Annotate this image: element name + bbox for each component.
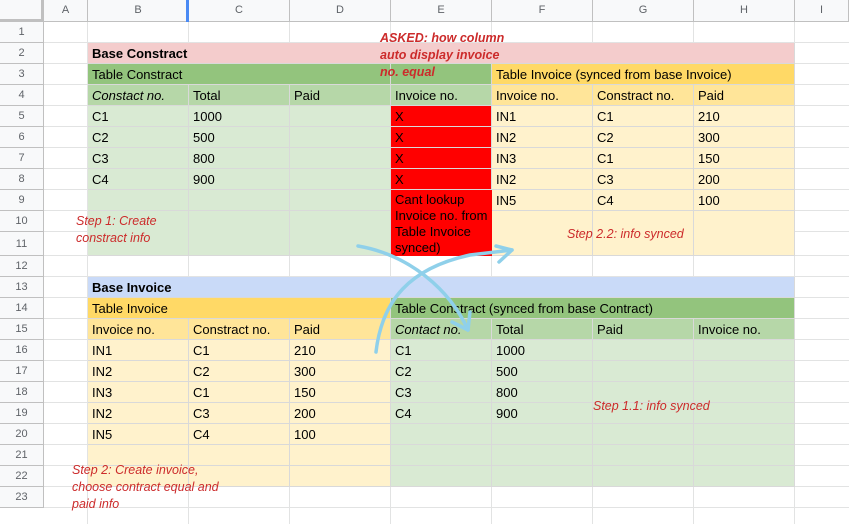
- arrow-invoice-to-contract-icon: [374, 248, 514, 354]
- sync-arrows: [356, 244, 514, 354]
- arrowhead-right-icon: [494, 244, 514, 264]
- spreadsheet-grid[interactable]: A B C D E F G H I 1 2 3 4 5 6 7 8 9 10 11 12 13 14 15 16 17 18 19 20…: [0, 0, 849, 524]
